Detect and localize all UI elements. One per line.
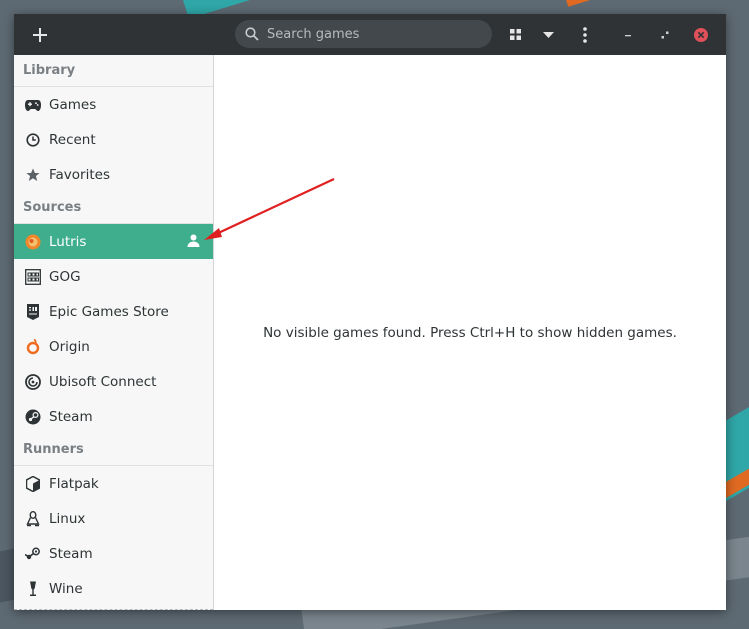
- annotation-arrow: [204, 178, 335, 240]
